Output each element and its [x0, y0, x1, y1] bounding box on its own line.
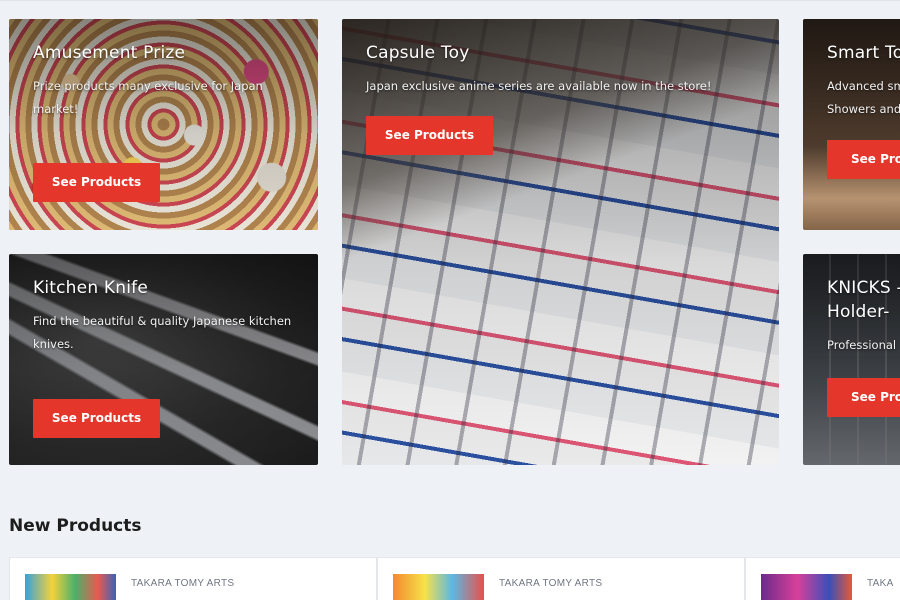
product-card[interactable]: TAKARA TOMY ARTS	[377, 557, 745, 600]
see-products-button[interactable]: See Pro	[827, 140, 900, 179]
card-description: Find the beautiful & quality Japanese ki…	[33, 314, 292, 351]
card-description: Japan exclusive anime series are availab…	[366, 79, 712, 93]
product-thumbnail	[761, 574, 852, 600]
product-card[interactable]: TAKARA TOMY ARTS	[9, 557, 377, 600]
product-brand: TAKARA TOMY ARTS	[131, 578, 235, 589]
category-card-knicks-holder[interactable]: KNICKS - Holder- Professional See Pro	[803, 254, 900, 465]
product-thumbnail	[25, 574, 116, 600]
card-title: Smart Toi	[827, 43, 900, 63]
new-products-heading: New Products	[9, 516, 142, 536]
see-products-button[interactable]: See Products	[366, 116, 493, 155]
card-description: Professional	[827, 338, 897, 352]
product-card[interactable]: TAKA	[745, 557, 900, 600]
category-card-smart-toilet[interactable]: Smart Toi Advanced sm Showers and See Pr…	[803, 19, 900, 230]
card-description: Advanced sm Showers and	[827, 79, 900, 116]
card-title: Capsule Toy	[366, 43, 470, 63]
card-title: KNICKS - Holder-	[827, 278, 900, 322]
see-products-button[interactable]: See Products	[33, 163, 160, 202]
category-card-amusement-prize[interactable]: Amusement Prize Prize products many excl…	[9, 19, 318, 230]
category-card-kitchen-knife[interactable]: Kitchen Knife Find the beautiful & quali…	[9, 254, 318, 465]
card-title: Kitchen Knife	[33, 278, 148, 298]
see-products-button[interactable]: See Products	[33, 399, 160, 438]
see-products-button[interactable]: See Pro	[827, 378, 900, 417]
product-thumbnail	[393, 574, 484, 600]
top-divider	[0, 0, 900, 1]
card-description: Prize products many exclusive for Japan …	[33, 79, 263, 116]
card-title: Amusement Prize	[33, 43, 186, 63]
new-products-list: TAKARA TOMY ARTS TAKARA TOMY ARTS TAKA	[9, 557, 900, 600]
product-brand: TAKARA TOMY ARTS	[499, 578, 603, 589]
product-brand: TAKA	[867, 578, 894, 589]
category-card-capsule-toy[interactable]: Capsule Toy Japan exclusive anime series…	[342, 19, 779, 465]
